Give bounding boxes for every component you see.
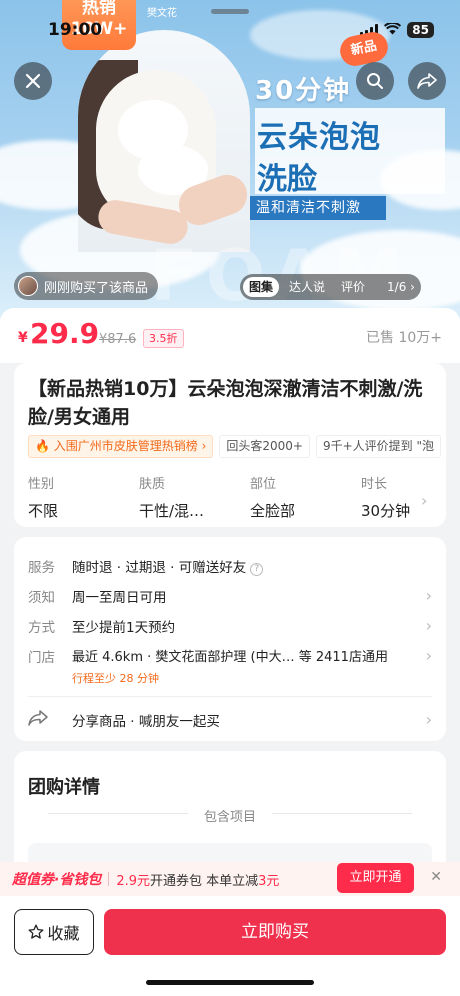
sheet-grabber[interactable] — [211, 9, 249, 14]
promo-brand: 超值券·省钱包 — [12, 872, 102, 888]
sold-count: 已售 10万+ — [366, 330, 442, 346]
spec-row[interactable]: 性别不限 肤质干性/混… 部位全脸部 时长 30分钟 › — [28, 473, 432, 521]
chevron-right-icon: › — [425, 616, 432, 635]
service-guarantees: 随时退 · 过期退 · 可赠送好友 — [72, 560, 247, 576]
spec-key: 性别 — [28, 477, 55, 492]
promo-save-amount: 3元 — [258, 873, 280, 889]
wifi-icon — [384, 20, 402, 39]
activate-coupon-button[interactable]: 立即开通 — [337, 863, 414, 893]
media-tabs: 图集 达人说 评价 1/6 › — [240, 274, 421, 300]
info-key: 门店 — [28, 650, 55, 666]
favorite-label: 收藏 — [47, 924, 80, 943]
promo-price: 2.9元 — [116, 873, 151, 889]
spec-gender: 性别 不限 — [28, 473, 139, 521]
share-button[interactable] — [408, 62, 446, 100]
spec-area: 部位 全脸部 — [250, 473, 361, 521]
star-icon — [29, 924, 44, 939]
coupon-promo-bar[interactable]: 超值券·省钱包 2.9元开通券包 本单立减3元 立即开通 ✕ — [0, 862, 460, 896]
buyer-avatar — [18, 276, 38, 296]
help-icon[interactable]: ? — [250, 563, 264, 576]
details-title: 团购详情 — [28, 777, 100, 798]
share-label: 分享商品 · 喊朋友一起买 — [72, 714, 220, 730]
battery-icon: 85 — [407, 21, 434, 38]
tab-gallery[interactable]: 图集 — [243, 277, 280, 297]
tab-reviews[interactable]: 评价 — [335, 277, 371, 297]
spec-duration: 时长 30分钟 — [361, 473, 421, 521]
divider-line — [272, 813, 412, 814]
banner-subtitle: 温和清洁不刺激 — [250, 196, 386, 220]
original-price: ¥87.6 — [99, 332, 137, 347]
spec-key: 肤质 — [139, 477, 166, 492]
promo-text: 2.9元开通券包 本单立减3元 — [116, 870, 279, 889]
promo-separator — [108, 872, 110, 886]
close-icon — [25, 73, 41, 89]
share-row[interactable]: 分享商品 · 喊朋友一起买 › — [28, 710, 432, 730]
travel-time-note: 行程至少 28 分钟 — [72, 672, 159, 685]
banner-title-line1: 云朵泡泡 — [257, 120, 381, 155]
chevron-right-icon: › — [425, 646, 432, 665]
chevron-right-icon: › — [425, 586, 432, 605]
product-info-card: 【新品热销10万】云朵泡泡深澈清洁不刺激/洗脸/男女通用 🔥 入围广州市皮肤管理… — [14, 363, 446, 527]
price-section: ¥ 29.9 ¥87.6 3.5折 已售 10万+ — [0, 308, 460, 363]
info-value: 至少提前1天预约 — [72, 620, 176, 636]
info-key: 方式 — [28, 620, 55, 636]
buy-now-button[interactable]: 立即购买 — [104, 909, 446, 955]
share-arrow-icon — [417, 73, 437, 89]
model-photo — [78, 30, 250, 252]
close-icon[interactable]: ✕ — [430, 869, 442, 885]
product-hero-image[interactable]: FOAM 热销 10W+ 樊文花 19:00 85 新品 30分钟 云朵泡泡 洗… — [0, 0, 460, 318]
divider — [28, 696, 432, 697]
spec-key: 部位 — [250, 477, 277, 492]
recent-purchase-text: 刚刚购买了该商品 — [44, 280, 149, 296]
price-currency: ¥ — [18, 330, 28, 346]
banner-duration: 30分钟 — [255, 76, 352, 106]
recent-purchase-ticker: 刚刚购买了该商品 — [14, 272, 159, 300]
banner-title-line2: 洗脸 — [257, 162, 317, 197]
ranking-tag[interactable]: 🔥 入围广州市皮肤管理热销榜 › — [28, 435, 214, 458]
brand-mini-logo: 樊文花 — [147, 8, 177, 19]
search-icon — [367, 73, 383, 89]
info-value: 周一至周日可用 — [72, 590, 167, 606]
banner-title: 云朵泡泡 洗脸 — [255, 108, 445, 197]
hot-sale-tag-line1: 热销 — [82, 0, 116, 18]
search-button[interactable] — [356, 62, 394, 100]
promo-text-mid: 开通券包 本单立减 — [150, 873, 259, 889]
product-title: 【新品热销10万】云朵泡泡深澈清洁不刺激/洗脸/男女通用 — [28, 378, 423, 428]
info-row-method[interactable]: 方式 至少提前1天预约 › — [28, 616, 432, 636]
info-row-notice[interactable]: 须知 周一至周日可用 › — [28, 586, 432, 606]
discount-badge: 3.5折 — [143, 329, 184, 348]
info-row-store[interactable]: 门店 最近 4.6km · 樊文花面部护理 (中大… 等 2411店通用 › — [28, 646, 432, 666]
spec-key: 时长 — [361, 477, 388, 492]
close-button[interactable] — [14, 62, 52, 100]
info-value: 最近 4.6km · 樊文花面部护理 (中大… 等 2411店通用 — [72, 650, 388, 665]
repeat-customer-tag: 回头客2000+ — [219, 435, 310, 458]
spec-value: 干性/混… — [139, 502, 205, 520]
info-key: 服务 — [28, 560, 55, 576]
review-mention-tag[interactable]: 9千+人评价提到 "泡 — [315, 435, 442, 458]
bottom-action-bar: 收藏 立即购买 — [0, 896, 460, 996]
chevron-right-icon: › — [425, 710, 432, 729]
spec-skin-type: 肤质干性/混… — [139, 473, 250, 521]
info-key: 须知 — [28, 590, 55, 606]
home-indicator[interactable] — [146, 980, 314, 985]
favorite-button[interactable]: 收藏 — [14, 909, 94, 955]
info-value: 随时退 · 过期退 · 可赠送好友? — [72, 556, 432, 576]
spec-value: 30分钟 — [361, 502, 411, 520]
status-time: 19:00 — [48, 20, 103, 40]
contains-label: 包含项目 — [203, 810, 256, 825]
share-icon — [28, 710, 72, 730]
info-row-service[interactable]: 服务 随时退 · 过期退 · 可赠送好友? — [28, 556, 432, 576]
chevron-right-icon[interactable]: › — [421, 491, 427, 521]
tab-influencer[interactable]: 达人说 — [283, 277, 331, 297]
gallery-page-indicator[interactable]: 1/6 › — [379, 280, 415, 294]
current-price: 29.9 — [30, 317, 100, 350]
spec-value: 全脸部 — [250, 502, 296, 520]
spec-value: 不限 — [28, 502, 59, 520]
tag-row: 🔥 入围广州市皮肤管理热销榜 › 回头客2000+ 9千+人评价提到 "泡 — [28, 435, 442, 458]
